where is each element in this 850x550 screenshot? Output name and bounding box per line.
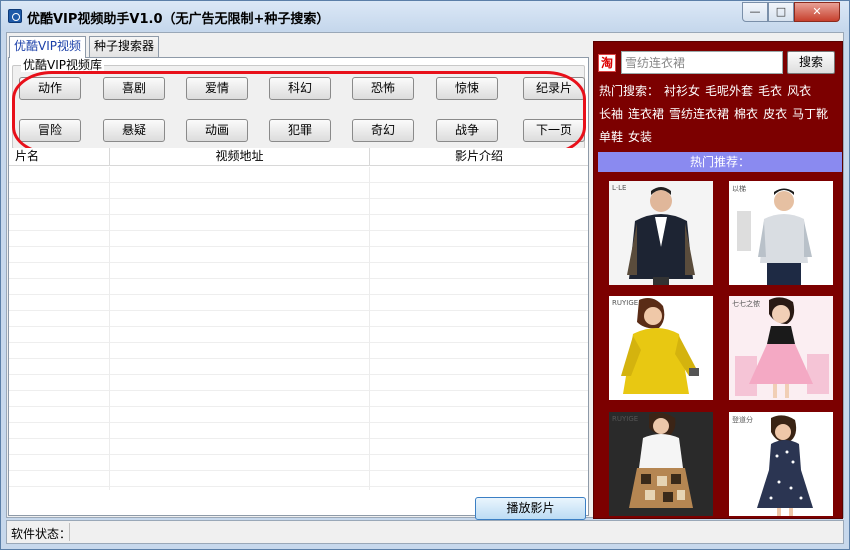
column-header-intro[interactable]: 影片介绍 xyxy=(370,148,588,166)
app-icon xyxy=(8,9,22,23)
hot-search-item[interactable]: 单鞋 xyxy=(599,130,623,144)
jacket-image-icon xyxy=(609,181,713,285)
category-button-romance[interactable]: 爱情 xyxy=(186,77,248,100)
product-brand: RUYIGE xyxy=(612,299,639,307)
product-card-yellow-dress[interactable]: RUYIGE xyxy=(609,296,713,400)
category-button-comedy[interactable]: 喜剧 xyxy=(103,77,165,100)
product-card-shirt[interactable]: 以梯 xyxy=(729,181,833,285)
category-button-fantasy[interactable]: 奇幻 xyxy=(352,119,414,142)
tab-youku-vip[interactable]: 优酷VIP视频 xyxy=(9,36,86,58)
hot-search-item[interactable]: 衬衫女 xyxy=(664,84,700,98)
window-title: 优酷VIP视频助手V1.0（无广告无限制+种子搜索） xyxy=(27,12,330,27)
product-card-pink-dress[interactable]: 七七之侬 xyxy=(729,296,833,400)
hot-recommend-header: 热门推荐： xyxy=(598,152,842,172)
hot-search-item[interactable]: 毛衣 xyxy=(758,84,782,98)
hot-search-label: 热门搜索： xyxy=(599,84,660,98)
hot-search-list: 热门搜索： 衬衫女 毛呢外套 毛衣 风衣长袖 连衣裙 雪纺连衣裙 棉衣 皮衣 马丁靴单鞋 女装 xyxy=(599,80,841,149)
product-search-button[interactable]: 搜索 xyxy=(787,51,835,74)
hot-search-item[interactable]: 毛呢外套 xyxy=(705,84,753,98)
category-button-thriller[interactable]: 惊悚 xyxy=(436,77,498,100)
printed-skirt-image-icon xyxy=(609,412,713,516)
product-brand: 登道分 xyxy=(732,416,753,424)
product-brand: RUYIGE xyxy=(612,415,639,423)
category-button-documentary[interactable]: 纪录片 xyxy=(523,77,585,100)
category-button-adventure[interactable]: 冒险 xyxy=(19,119,81,142)
hot-search-item[interactable]: 雪纺连衣裙 xyxy=(669,107,729,121)
tab-torrent-search[interactable]: 种子搜索器 xyxy=(89,36,160,57)
play-video-button[interactable]: 播放影片 xyxy=(475,497,586,520)
hot-search-item[interactable]: 长袖 xyxy=(599,107,623,121)
column-header-url[interactable]: 视频地址 xyxy=(110,148,370,166)
app-window: 优酷VIP视频助手V1.0（无广告无限制+种子搜索） — □ ✕ 优酷VIP视频… xyxy=(0,0,850,550)
category-button-mystery[interactable]: 悬疑 xyxy=(103,119,165,142)
close-button[interactable]: ✕ xyxy=(794,2,840,22)
category-button-war[interactable]: 战争 xyxy=(436,119,498,142)
video-library-title: 优酷VIP视频库 xyxy=(21,58,104,72)
minimize-button[interactable]: — xyxy=(742,2,768,22)
status-separator xyxy=(69,523,70,541)
dot-dress-image-icon xyxy=(729,412,833,516)
category-button-action[interactable]: 动作 xyxy=(19,77,81,100)
video-library-group: 优酷VIP视频库 动作 喜剧 爱情 科幻 恐怖 惊悚 纪录片 冒险 悬疑 动画 … xyxy=(12,58,586,155)
taobao-ad-panel: 淘 搜索 热门搜索： 衬衫女毛呢外套毛衣风衣长袖连衣裙雪纺连衣裙棉衣皮衣马丁靴单鞋… xyxy=(593,41,843,519)
maximize-button[interactable]: □ xyxy=(768,2,794,22)
hot-search-item[interactable]: 皮衣 xyxy=(763,107,787,121)
next-page-button[interactable]: 下一页 xyxy=(523,119,585,142)
hot-search-item[interactable]: 风衣 xyxy=(787,84,811,98)
hot-search-item[interactable]: 棉衣 xyxy=(734,107,758,121)
tab-pane-youku-vip: 优酷VIP视频库 动作 喜剧 爱情 科幻 恐怖 惊悚 纪录片 冒险 悬疑 动画 … xyxy=(8,57,589,520)
yellow-dress-image-icon xyxy=(609,296,713,400)
pink-dress-image-icon xyxy=(729,296,833,400)
category-button-horror[interactable]: 恐怖 xyxy=(352,77,414,100)
product-brand: 以梯 xyxy=(732,185,746,193)
product-card-dot-dress[interactable]: 登道分 xyxy=(729,412,833,516)
title-bar[interactable]: 优酷VIP视频助手V1.0（无广告无限制+种子搜索） — □ ✕ xyxy=(1,1,849,31)
product-search-input[interactable] xyxy=(621,51,783,74)
table-rows[interactable] xyxy=(9,167,588,490)
hot-search-item[interactable]: 连衣裙 xyxy=(628,107,664,121)
category-button-scifi[interactable]: 科幻 xyxy=(269,77,331,100)
video-table[interactable]: 片名 视频地址 影片介绍 xyxy=(9,148,588,490)
product-brand: L·LE xyxy=(612,184,627,192)
category-button-animation[interactable]: 动画 xyxy=(186,119,248,142)
taobao-icon: 淘 xyxy=(598,54,616,72)
product-card-printed-skirt[interactable]: RUYIGE xyxy=(609,412,713,516)
shirt-image-icon xyxy=(729,181,833,285)
table-header: 片名 视频地址 影片介绍 xyxy=(9,148,588,166)
main-client-area: 优酷VIP视频 种子搜索器 优酷VIP视频库 动作 喜剧 爱情 科幻 恐怖 惊悚… xyxy=(6,32,844,520)
product-brand: 七七之侬 xyxy=(732,300,760,308)
status-label: 软件状态： xyxy=(11,527,72,541)
hot-search-item[interactable]: 马丁靴 xyxy=(792,107,828,121)
hot-search-item[interactable]: 女装 xyxy=(628,130,652,144)
status-bar: 软件状态： xyxy=(6,520,844,544)
column-header-title[interactable]: 片名 xyxy=(9,148,110,166)
product-card-jacket[interactable]: L·LE xyxy=(609,181,713,285)
category-button-crime[interactable]: 犯罪 xyxy=(269,119,331,142)
